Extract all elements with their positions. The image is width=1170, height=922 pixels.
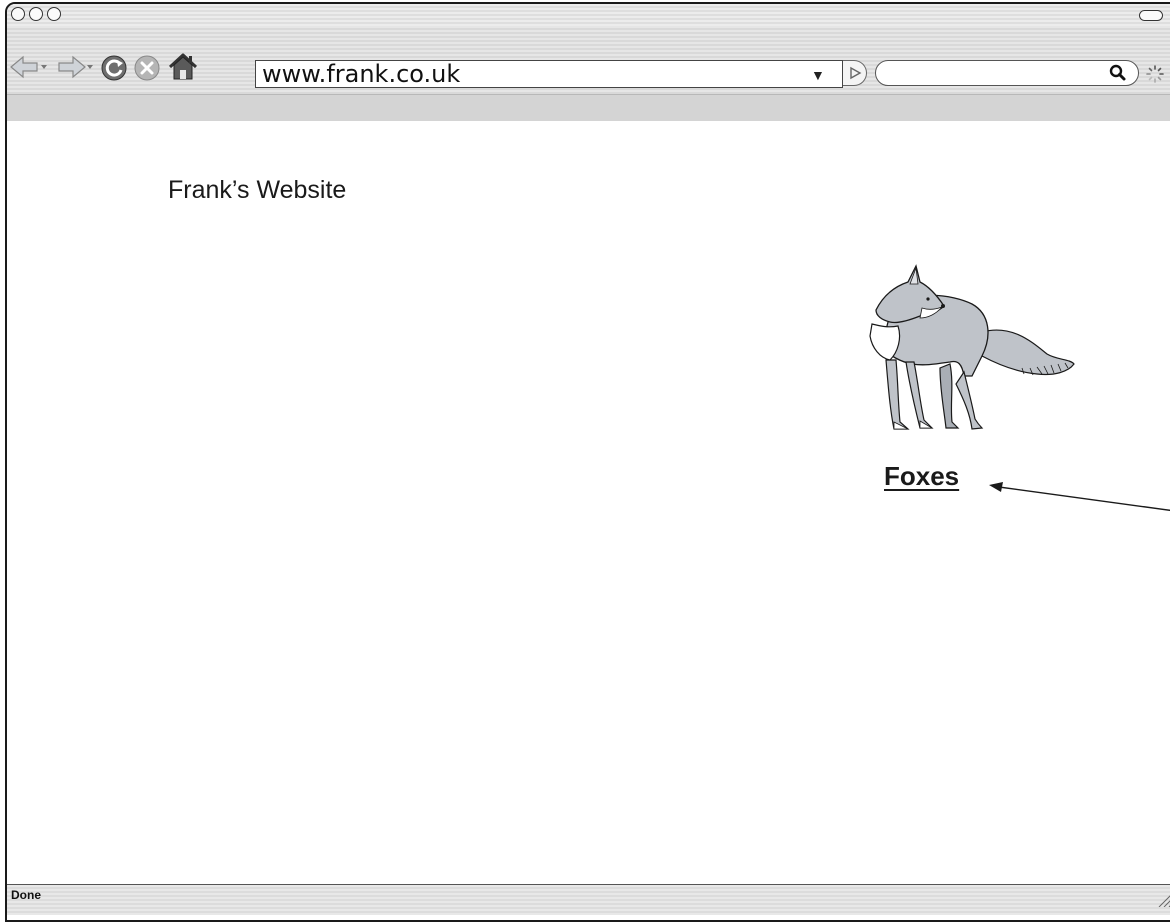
back-arrow-icon [10,55,47,79]
bookmarks-bar [7,94,1170,122]
stop-icon [134,55,160,81]
search-input[interactable] [875,60,1139,86]
home-button[interactable] [167,52,199,82]
fox-illustration-image [869,264,1075,430]
loading-throbber-icon [1146,65,1164,83]
annotation-arrow-icon [989,482,1170,512]
url-text: www.frank.co.uk [262,60,461,88]
foxes-link[interactable]: Foxes [884,461,959,492]
page-content: Frank’s Website Foxes [7,121,1170,884]
back-button[interactable] [9,54,49,80]
stop-button[interactable] [133,54,161,82]
url-history-dropdown-icon[interactable]: ▼ [811,67,825,83]
reload-button[interactable] [100,54,128,82]
go-button[interactable] [843,60,867,86]
home-icon [168,53,198,80]
browser-window: www.frank.co.uk ▼ Frank’s Website Foxes … [5,2,1170,922]
resize-grip-icon[interactable] [1155,891,1170,907]
navigation-toolbar: www.frank.co.uk ▼ [7,26,1170,94]
site-title: Frank’s Website [168,176,347,204]
toolbar-toggle-button[interactable] [1139,10,1163,21]
play-arrow-icon [849,66,861,80]
title-bar [7,4,1170,26]
close-window-button[interactable] [11,7,25,21]
minimize-window-button[interactable] [29,7,43,21]
status-bar: Done [7,884,1170,915]
address-bar[interactable]: www.frank.co.uk [255,60,843,88]
status-text: Done [11,888,41,902]
forward-arrow-icon [58,55,93,79]
zoom-window-button[interactable] [47,7,61,21]
reload-icon [101,55,127,81]
forward-button[interactable] [55,54,95,80]
search-icon[interactable] [1108,64,1130,82]
